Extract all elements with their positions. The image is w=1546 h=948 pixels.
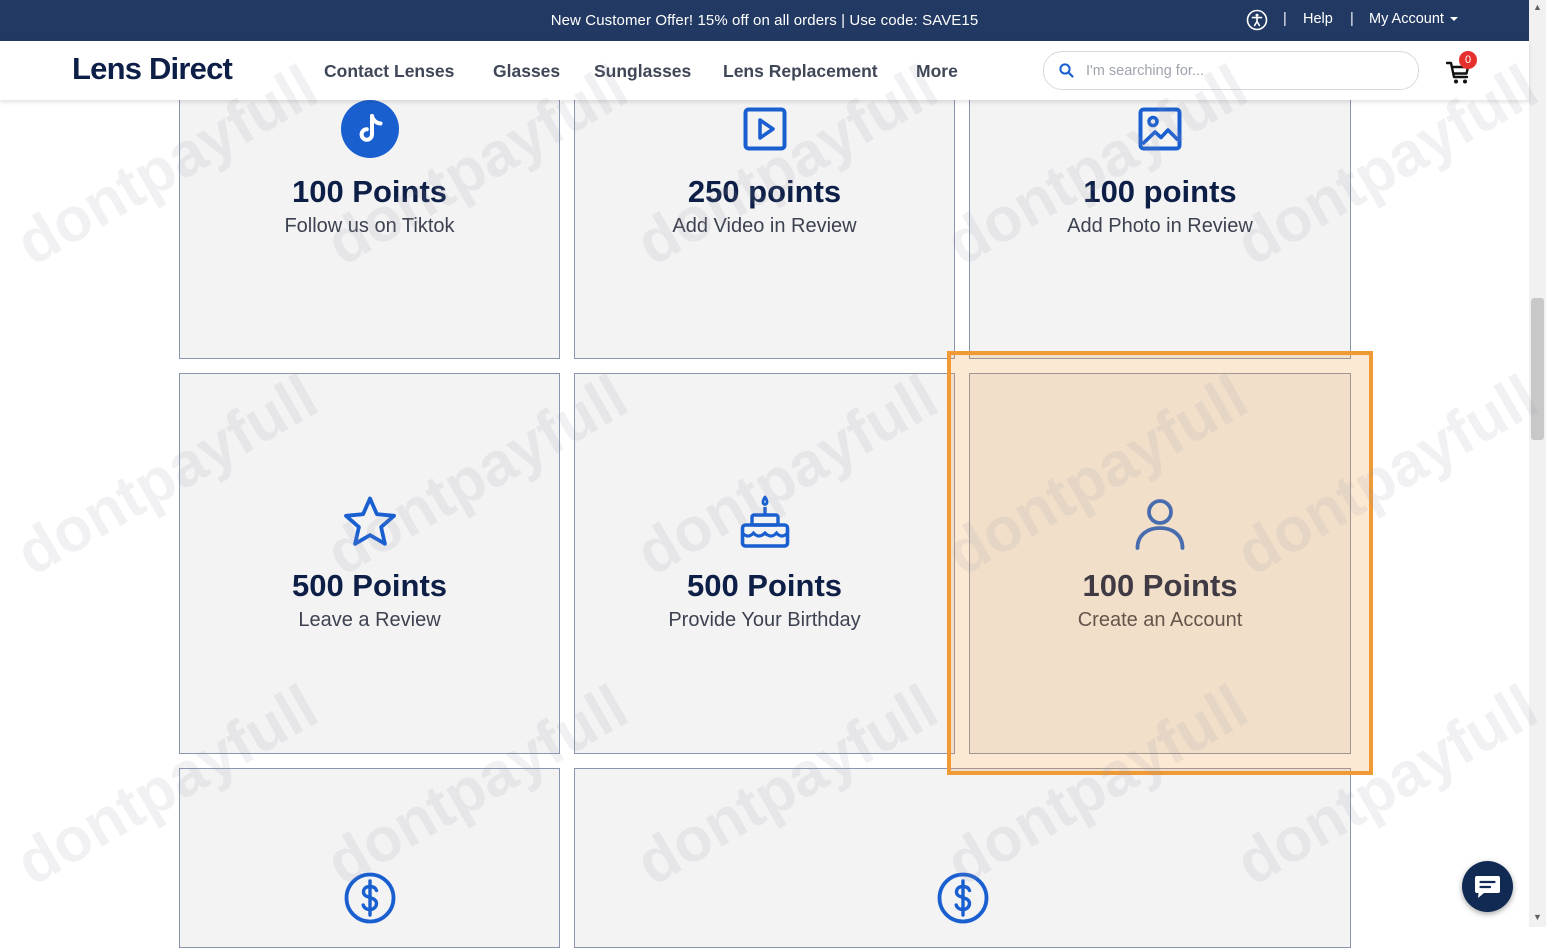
- reward-label: Provide Your Birthday: [668, 609, 861, 631]
- image-icon: [1138, 107, 1182, 151]
- points-value: 100 Points: [291, 174, 448, 209]
- points-value: 500 Points: [291, 568, 448, 603]
- reward-card-video-review[interactable]: 250 points Add Video in Review: [574, 60, 955, 359]
- promo-text: New Customer Offer! 15% off on all order…: [550, 12, 979, 29]
- birthday-cake-icon: [740, 495, 790, 548]
- reward-label: Add Video in Review: [672, 215, 857, 237]
- reward-card-purchase[interactable]: [179, 768, 560, 948]
- user-icon: [1135, 499, 1185, 550]
- accessibility-icon[interactable]: [1246, 9, 1268, 31]
- scroll-down-arrow[interactable]: ▼: [1532, 912, 1543, 922]
- search-box: [1043, 51, 1419, 90]
- points-value: 250 points: [687, 174, 842, 209]
- nav-glasses[interactable]: Glasses: [493, 61, 560, 82]
- dollar-circle-icon: [344, 872, 396, 924]
- nav-more[interactable]: More: [916, 61, 958, 82]
- video-play-icon: [743, 107, 787, 151]
- reward-label: Add Photo in Review: [1067, 215, 1253, 237]
- tiktok-icon: [341, 100, 399, 158]
- reward-card-create-account[interactable]: 100 Points Create an Account: [969, 373, 1351, 754]
- help-link[interactable]: Help: [1303, 11, 1333, 27]
- site-header: Lens Direct Contact Lenses Glasses Sungl…: [0, 41, 1529, 100]
- chat-icon: [1475, 876, 1500, 898]
- reward-card-wide[interactable]: [574, 768, 1351, 948]
- reward-label: Create an Account: [1077, 609, 1243, 631]
- separator: |: [1283, 11, 1287, 27]
- nav-sunglasses[interactable]: Sunglasses: [594, 61, 691, 82]
- my-account-label: My Account: [1369, 11, 1444, 27]
- scroll-up-arrow[interactable]: ▲: [1532, 2, 1543, 12]
- caret-down-icon: [1449, 17, 1458, 22]
- my-account-menu[interactable]: My Account: [1369, 11, 1458, 27]
- points-value: 100 points: [1083, 174, 1237, 209]
- reward-label: Follow us on Tiktok: [284, 215, 455, 237]
- nav-contact-lenses[interactable]: Contact Lenses: [324, 61, 454, 82]
- promo-bar: New Customer Offer! 15% off on all order…: [0, 0, 1529, 41]
- search-input[interactable]: [1084, 56, 1408, 86]
- star-icon: [344, 496, 396, 546]
- cart-count-badge: 0: [1459, 51, 1477, 69]
- scrollbar[interactable]: [1529, 0, 1546, 927]
- points-value: 500 Points: [686, 568, 843, 603]
- logo[interactable]: Lens Direct: [72, 51, 233, 87]
- dollar-circle-icon: [937, 872, 989, 924]
- search-icon[interactable]: [1059, 63, 1074, 78]
- reward-card-photo-review[interactable]: 100 points Add Photo in Review: [969, 60, 1351, 359]
- reward-card-tiktok[interactable]: 100 Points Follow us on Tiktok: [179, 60, 560, 359]
- reward-card-birthday[interactable]: 500 Points Provide Your Birthday: [574, 373, 955, 754]
- nav-lens-replacement[interactable]: Lens Replacement: [723, 61, 878, 82]
- chat-button[interactable]: [1462, 861, 1513, 912]
- points-value: 100 Points: [1082, 568, 1238, 603]
- separator: |: [1350, 11, 1354, 27]
- reward-label: Leave a Review: [298, 609, 441, 631]
- reward-card-leave-review[interactable]: 500 Points Leave a Review: [179, 373, 560, 754]
- scrollbar-thumb[interactable]: [1531, 298, 1544, 440]
